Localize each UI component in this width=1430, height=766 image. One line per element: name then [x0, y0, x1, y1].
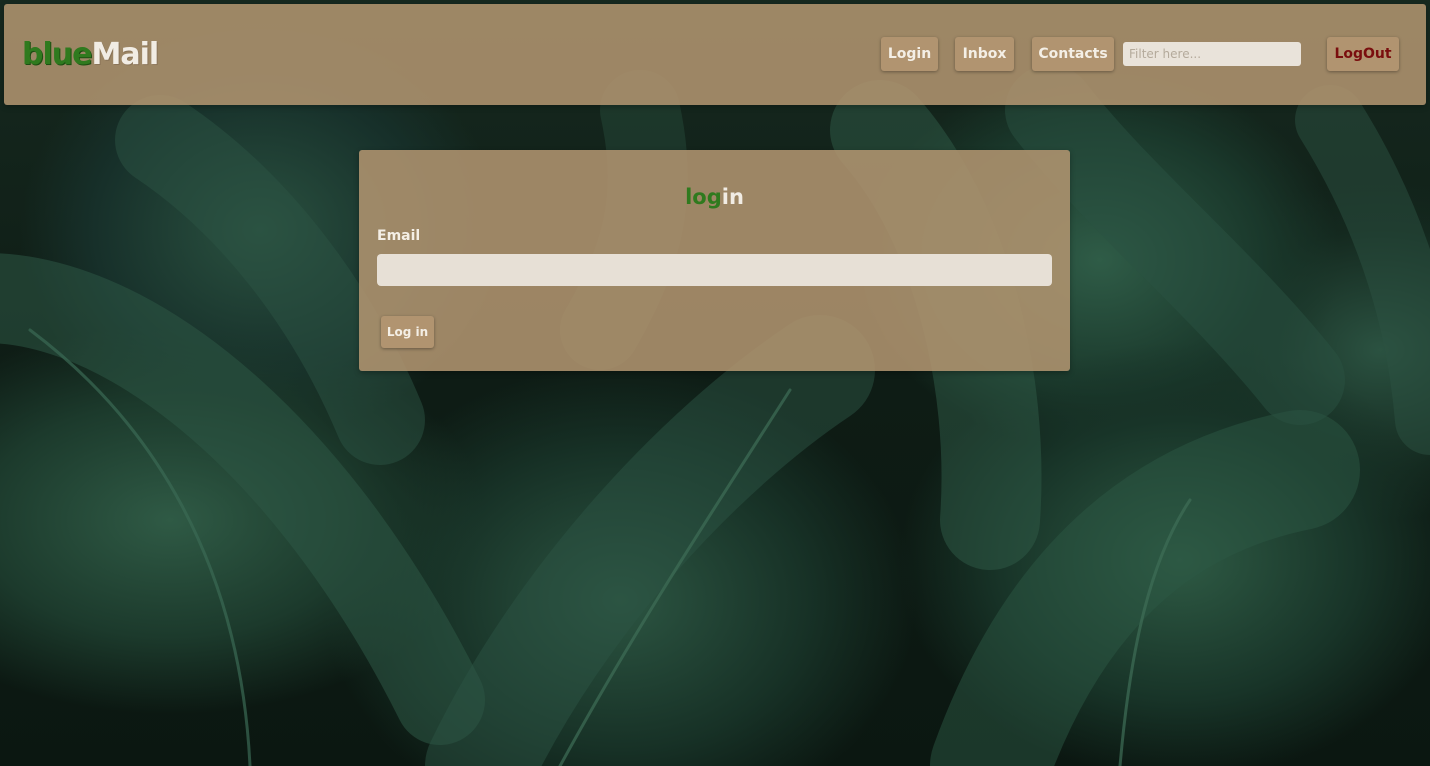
login-title-log: log: [685, 185, 722, 209]
login-form-card: login Email Log in: [359, 150, 1070, 371]
logo-mail-text: Mail: [91, 37, 159, 72]
login-title-in: in: [721, 185, 744, 209]
filter-input[interactable]: [1123, 42, 1301, 66]
email-field[interactable]: [377, 254, 1052, 286]
login-submit-button[interactable]: Log in: [381, 316, 434, 348]
background-foliage-image: [0, 0, 1430, 766]
top-navigation-bar: blueMail Login Inbox Contacts LogOut: [4, 4, 1426, 105]
nav-inbox-button[interactable]: Inbox: [955, 37, 1014, 71]
nav-contacts-button[interactable]: Contacts: [1032, 37, 1114, 71]
email-label: Email: [377, 228, 421, 244]
logo-blue-text: blue: [22, 37, 92, 72]
login-title: login: [359, 184, 1070, 210]
nav-login-button[interactable]: Login: [881, 37, 938, 71]
logout-button[interactable]: LogOut: [1327, 37, 1399, 71]
bluemail-logo[interactable]: blueMail: [22, 37, 159, 72]
